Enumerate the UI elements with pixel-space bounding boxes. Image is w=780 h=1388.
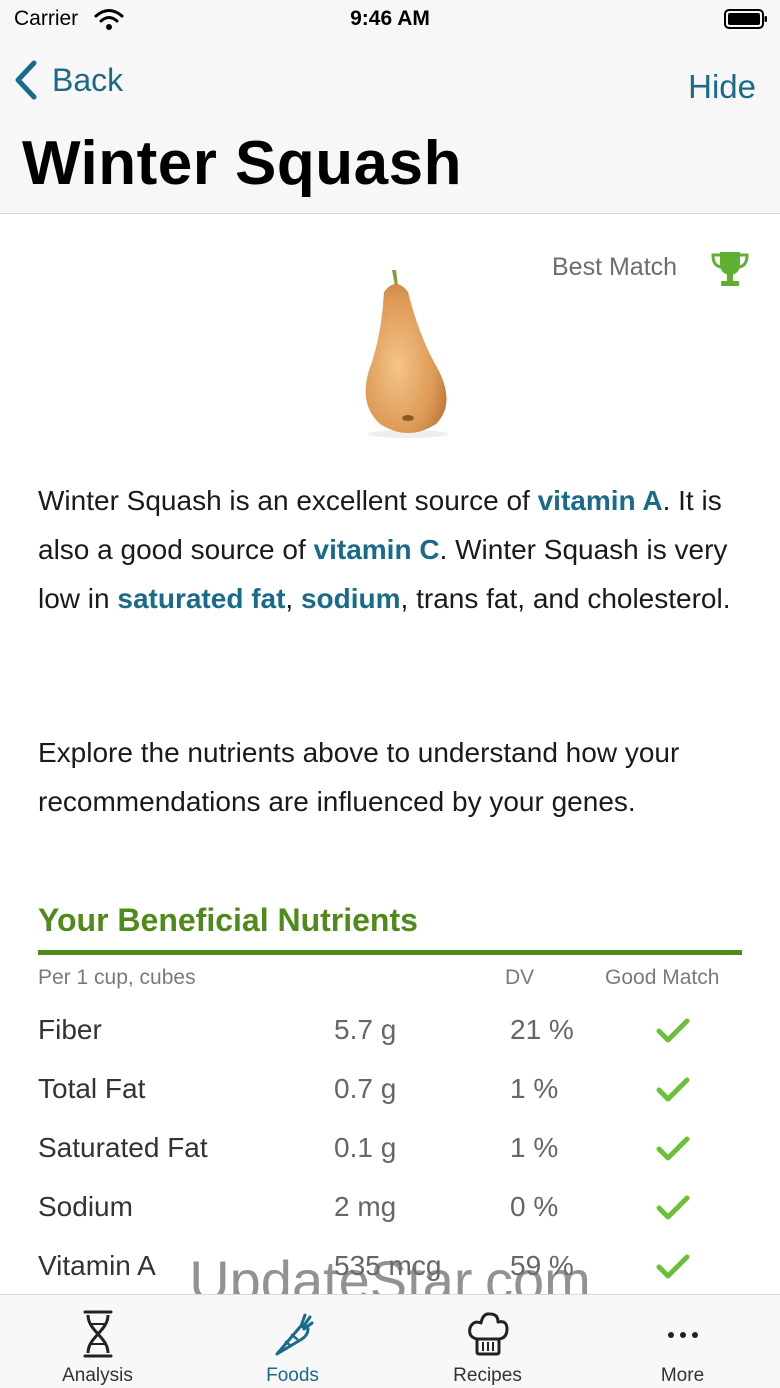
tab-label: Analysis [62, 1365, 133, 1386]
nutrient-row[interactable]: Fiber 5.7 g 21 % [0, 1008, 780, 1067]
battery-icon [724, 9, 767, 29]
back-button[interactable]: Back [14, 58, 123, 102]
best-match-badge: Best Match [552, 253, 678, 281]
squash-image [365, 270, 448, 438]
section-divider [38, 950, 742, 955]
description-text: Winter Squash is an excellent source of [38, 485, 538, 516]
nutrient-table-header: Per 1 cup, cubes DV Good Match [0, 966, 780, 996]
description-text: , trans fat, and cholesterol. [400, 583, 731, 614]
good-match-column-header: Good Match [605, 966, 720, 989]
explore-text: Explore the nutrients above to understan… [38, 737, 680, 817]
sodium-link[interactable]: sodium [301, 583, 401, 614]
nutrient-amount: 0.7 g [334, 1073, 397, 1104]
chevron-left-icon [15, 60, 37, 100]
nutrient-amount: 0.1 g [334, 1132, 397, 1163]
description-text: , [285, 583, 301, 614]
check-icon [656, 1195, 690, 1220]
tab-label: More [660, 1365, 705, 1386]
carrot-icon [275, 1313, 314, 1356]
tab-bar: Analysis Foods Recipes More [0, 1294, 780, 1388]
tab-label: Foods [266, 1365, 319, 1386]
check-icon [656, 1018, 690, 1043]
nutrient-dv: 21 % [510, 1014, 574, 1045]
vitamin-a-link[interactable]: vitamin A [538, 485, 663, 516]
nutrient-name: Total Fat [38, 1073, 146, 1104]
saturated-fat-link[interactable]: saturated fat [117, 583, 285, 614]
nutrient-name: Fiber [38, 1014, 102, 1045]
section-title: Your Beneficial Nutrients [38, 902, 418, 938]
food-description: Winter Squash is an excellent source of … [38, 476, 750, 623]
page-title: Winter Squash [22, 129, 462, 198]
nutrient-amount: 2 mg [334, 1191, 397, 1222]
status-bar: Carrier 9:46 AM [0, 0, 780, 40]
dna-icon [83, 1310, 113, 1358]
nutrient-dv: 1 % [510, 1073, 559, 1104]
back-label: Back [52, 61, 124, 98]
check-icon [656, 1077, 690, 1102]
vitamin-c-link[interactable]: vitamin C [314, 534, 440, 565]
dv-column-header: DV [505, 966, 535, 989]
nutrient-dv: 0 % [510, 1191, 559, 1222]
nutrient-dv: 1 % [510, 1132, 559, 1163]
tab-analysis[interactable]: Analysis [0, 1295, 195, 1388]
nutrient-row[interactable]: Sodium 2 mg 0 % [0, 1185, 780, 1244]
tab-foods[interactable]: Foods [195, 1295, 390, 1388]
trophy-icon [711, 252, 749, 286]
tab-label: Recipes [453, 1365, 522, 1386]
clock: 9:46 AM [350, 7, 430, 30]
chef-hat-icon [468, 1312, 509, 1356]
nutrient-row[interactable]: Total Fat 0.7 g 1 % [0, 1067, 780, 1126]
nutrient-name: Sodium [38, 1191, 133, 1222]
nutrient-name: Saturated Fat [38, 1132, 208, 1163]
more-dots-icon [668, 1332, 698, 1338]
hide-button[interactable]: Hide [688, 68, 756, 106]
nutrient-amount: 5.7 g [334, 1014, 397, 1045]
tab-recipes[interactable]: Recipes [390, 1295, 585, 1388]
nav-header: Back Hide Winter Squash [0, 40, 780, 214]
nutrient-row[interactable]: Saturated Fat 0.1 g 1 % [0, 1126, 780, 1185]
tab-more[interactable]: More [585, 1295, 780, 1388]
serving-size-label: Per 1 cup, cubes [38, 966, 196, 989]
check-icon [656, 1136, 690, 1161]
